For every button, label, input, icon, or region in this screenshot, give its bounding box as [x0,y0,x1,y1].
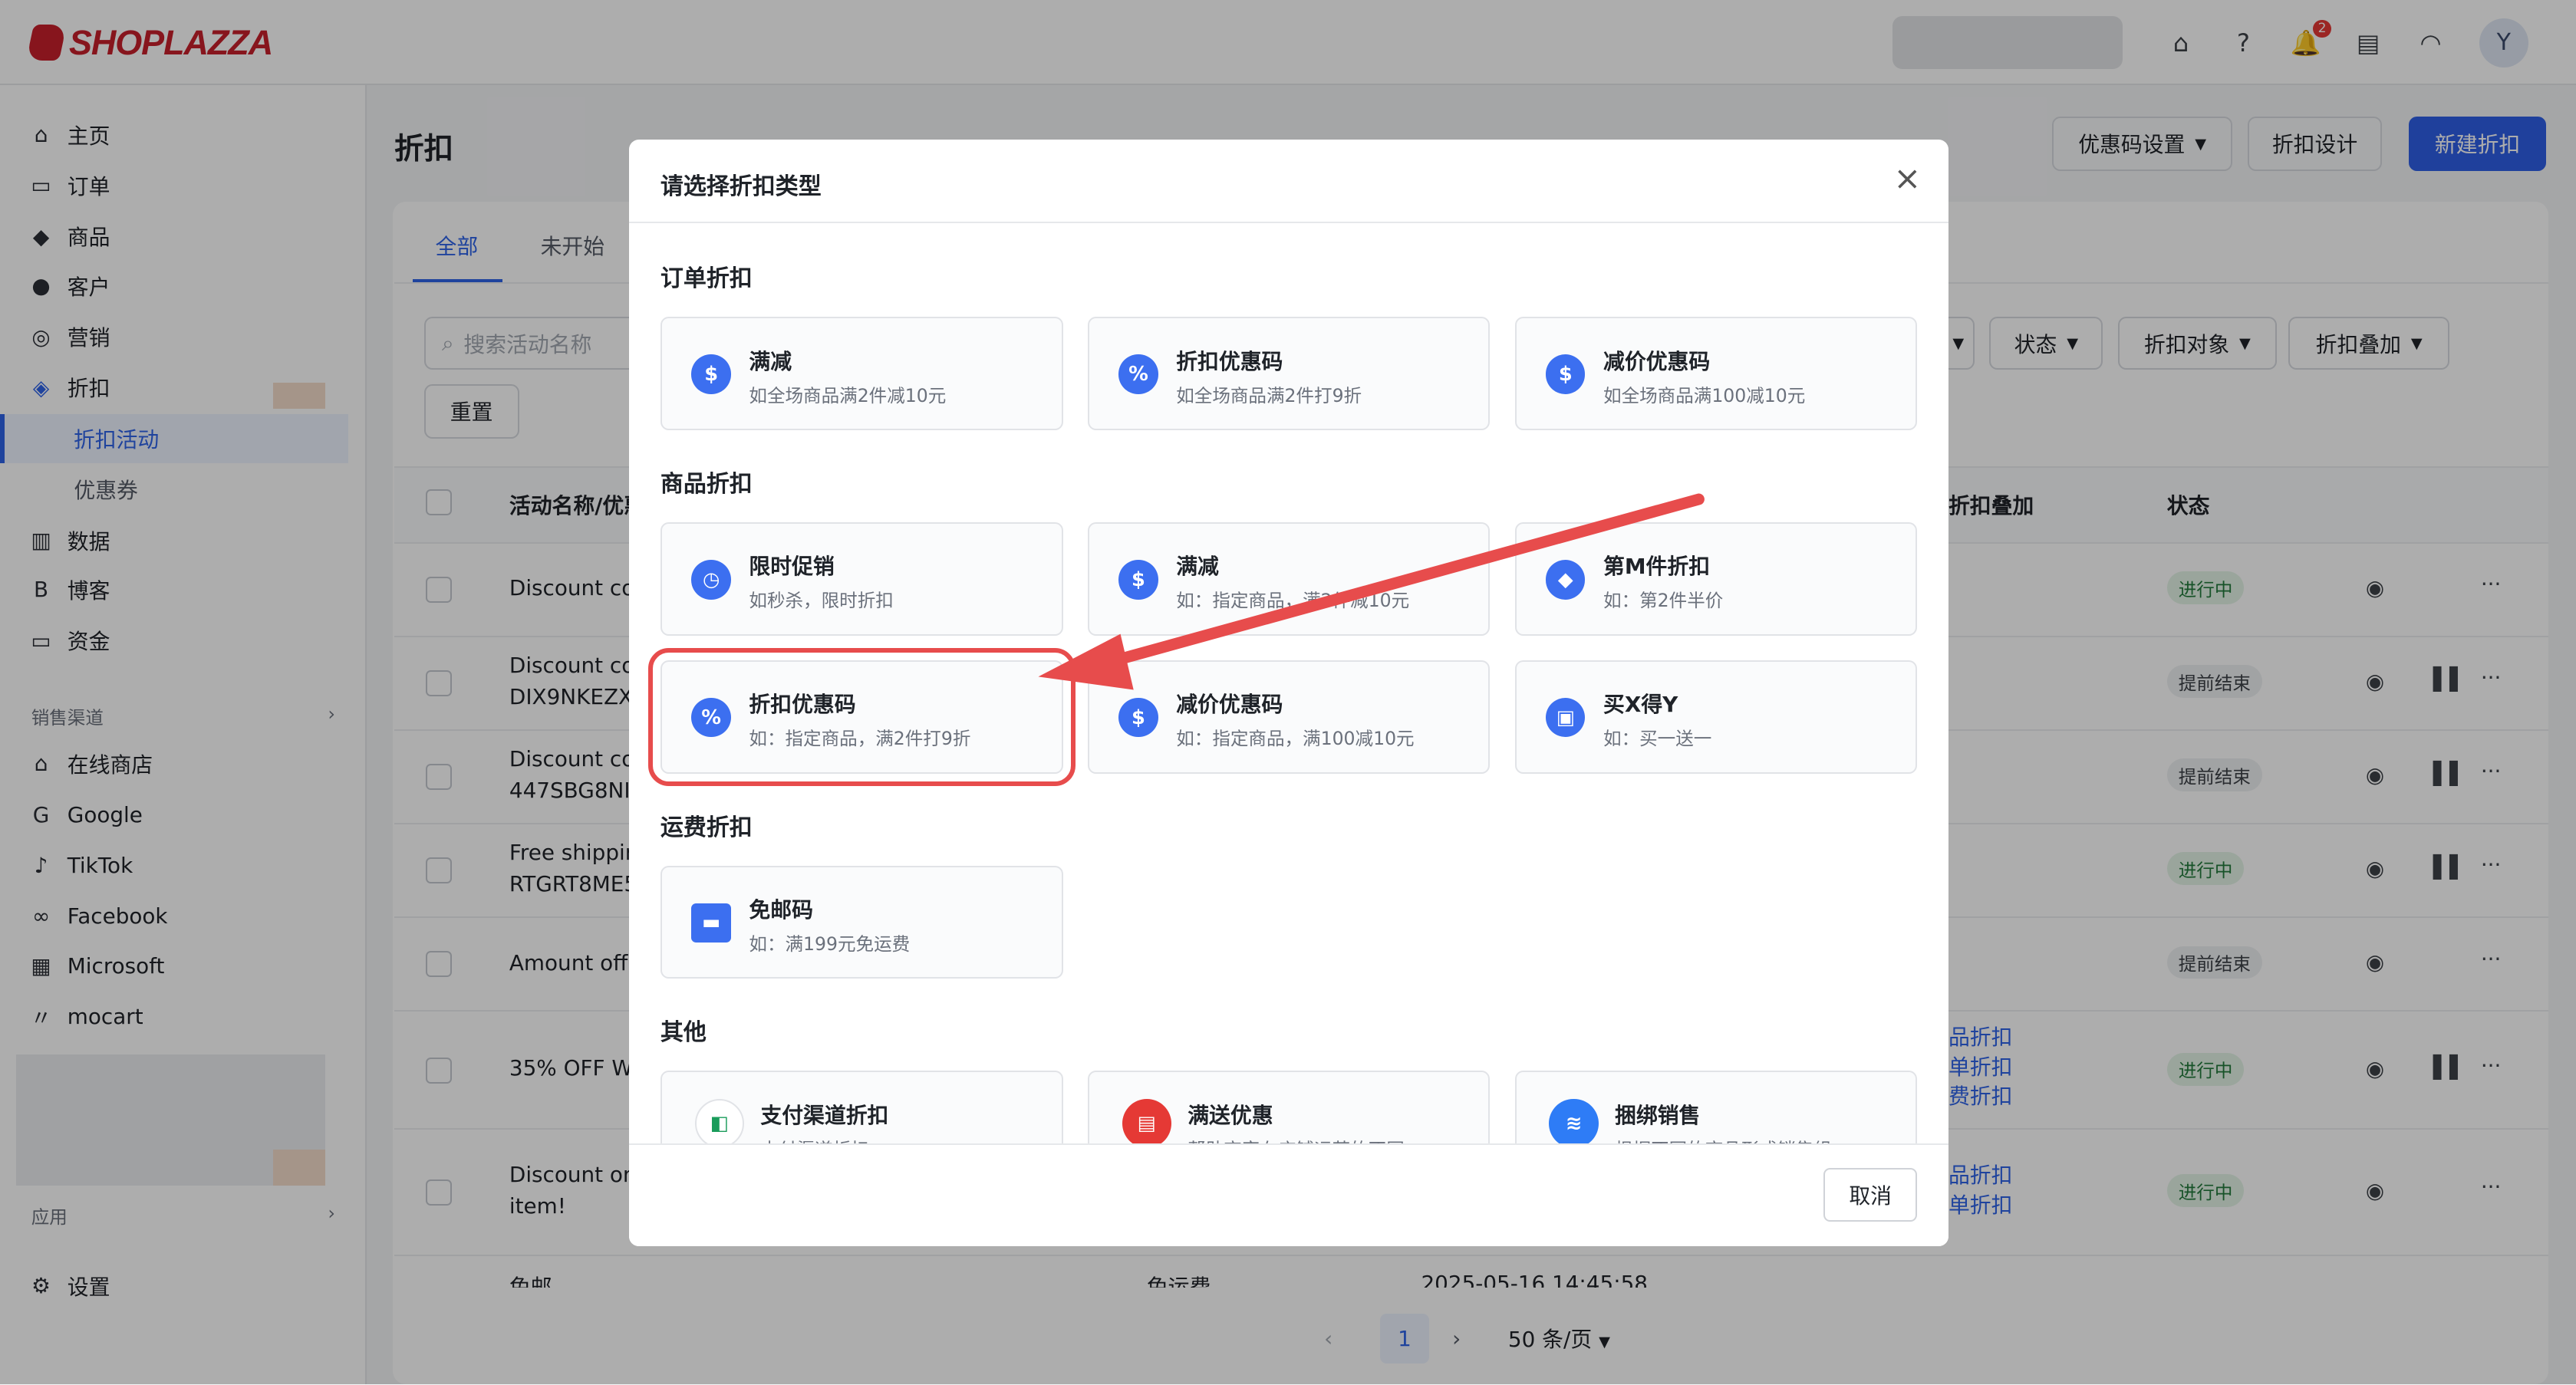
dollar-badge-icon: $ [1546,354,1586,394]
option-desc: 如：指定商品，满100减10元 [1176,728,1415,750]
option-desc: 如秒杀，限时折扣 [749,590,894,612]
section-title-shipping: 运费折扣 [660,814,753,841]
option-order-percent-code[interactable]: % 折扣优惠码如全场商品满2件打9折 [1087,317,1491,431]
option-title: 折扣优惠码 [1176,348,1283,374]
option-title: 折扣优惠码 [749,692,856,718]
option-desc: 如：第2件半价 [1603,590,1724,612]
option-desc: 如全场商品满2件打9折 [1176,384,1362,406]
option-title: 减价优惠码 [1603,348,1711,374]
option-desc: 如：满199元免运费 [749,933,911,955]
option-title: 免邮码 [749,896,813,923]
option-desc: 如：指定商品，满2件减10元 [1176,590,1410,612]
full-gift-icon: ▤ [1122,1098,1171,1148]
modal-footer [629,1143,1948,1247]
option-buy-x-get-y[interactable]: ▣ 买X得Y 如：买一送一 [1514,660,1918,774]
discount-type-modal: 请选择折扣类型 × 订单折扣 $ 满减 如全场商品满2件减10元 % 折扣优惠码 如全场… [629,140,1948,1247]
close-icon[interactable]: × [1891,160,1924,198]
option-product-amount-code[interactable]: $ 减价优惠码如：指定商品，满100减10元 [1087,660,1491,774]
option-free-shipping-code[interactable]: ▬ 免邮码如：满199元免运费 [660,865,1063,979]
option-product-percent-code[interactable]: % 折扣优惠码如：指定商品，满2件打9折 [647,647,1076,787]
cancel-button[interactable]: 取消 [1823,1167,1918,1222]
tag-dollar-icon: $ [1118,560,1158,600]
option-title: 支付渠道折扣 [760,1102,889,1128]
modal-title: 请选择折扣类型 [660,173,822,201]
payment-channel-icon: ◧ [694,1098,744,1148]
option-title: 捆绑销售 [1615,1102,1701,1128]
option-flash-sale[interactable]: ◷ 限时促销如秒杀，限时折扣 [660,522,1063,636]
alarm-clock-icon: ◷ [691,560,731,600]
gift-icon: ▣ [1546,698,1586,738]
option-product-full-reduction[interactable]: $ 满减如：指定商品，满2件减10元 [1087,522,1491,636]
tag-dollar-icon: $ [691,354,731,394]
option-nth-item-discount[interactable]: ◆ 第M件折扣如：第2件半价 [1514,522,1918,636]
option-desc: 如全场商品满100减10元 [1603,384,1806,406]
option-title: 减价优惠码 [1176,692,1283,718]
option-desc: 如全场商品满2件减10元 [749,384,947,406]
layers-icon: ≋ [1549,1098,1599,1148]
option-title: 满减 [749,348,792,374]
option-order-amount-code[interactable]: $ 减价优惠码如全场商品满100减10元 [1514,317,1918,431]
option-title: 满减 [1176,554,1219,580]
option-order-full-reduction[interactable]: $ 满减如全场商品满2件减10元 [660,317,1063,431]
truck-icon: ▬ [691,903,731,943]
percent-badge-icon: % [1118,354,1158,394]
modal-header-divider [629,222,1948,224]
double-tag-icon: ◆ [1546,560,1586,600]
option-desc: 如：指定商品，满2件打9折 [749,728,971,750]
section-title-order: 订单折扣 [660,265,753,293]
option-title: 满送优惠 [1188,1102,1273,1128]
app-root: SHOPLAZZA ⌂ ? 🔔 2 ▤ ◠ Y ⌂ 主页 ▭ 订单 ◆ 商品 ● 客户 ◎… [0,0,2576,1385]
percent-badge-icon: % [691,698,731,738]
option-title: 第M件折扣 [1603,554,1711,580]
dollar-badge-icon: $ [1118,698,1158,738]
section-title-product: 商品折扣 [660,471,753,498]
option-title: 买X得Y [1603,692,1678,718]
section-title-other: 其他 [660,1019,707,1047]
option-desc: 如：买一送一 [1603,728,1712,750]
option-title: 限时促销 [749,554,835,580]
